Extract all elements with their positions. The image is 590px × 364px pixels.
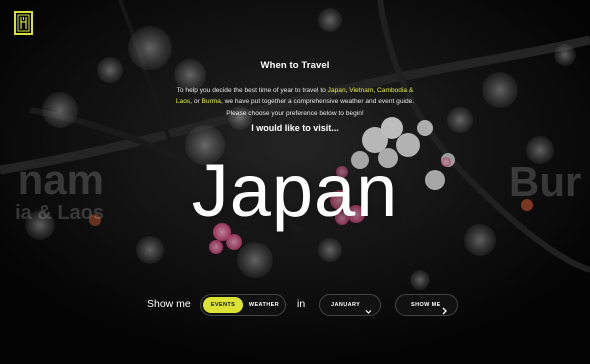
- preference-controls: Show me EVENTS WEATHER in JANUARY SHOW M…: [0, 294, 590, 318]
- in-label: in: [297, 298, 306, 310]
- show-me-label: Show me: [147, 298, 191, 310]
- link-vietnam[interactable]: Vietnam: [349, 87, 373, 94]
- show-me-button-label: SHOW ME: [411, 302, 441, 308]
- chevron-down-icon: [365, 302, 372, 320]
- intro-text-start: To help you decide the best time of year…: [176, 87, 328, 94]
- show-me-button[interactable]: SHOW ME: [395, 294, 458, 316]
- current-country-title[interactable]: Japan: [0, 151, 590, 231]
- link-japan[interactable]: Japan: [328, 87, 346, 94]
- intro-paragraph: To help you decide the best time of year…: [175, 85, 415, 119]
- events-weather-toggle: EVENTS WEATHER: [200, 294, 286, 316]
- toggle-weather[interactable]: WEATHER: [244, 297, 284, 313]
- intro-sep: , or: [190, 98, 202, 106]
- lantern-logo-icon[interactable]: [14, 11, 33, 35]
- month-select-value: JANUARY: [331, 302, 361, 308]
- intro-text-end: , we have put together a comprehensive w…: [220, 98, 415, 117]
- visit-label: I would like to visit...: [251, 123, 339, 133]
- link-burma[interactable]: Burma: [202, 98, 221, 105]
- page-title: When to Travel: [260, 60, 330, 71]
- month-select[interactable]: JANUARY: [319, 294, 381, 316]
- toggle-events[interactable]: EVENTS: [203, 297, 243, 313]
- chevron-right-icon: [441, 302, 448, 320]
- intro-block: When to Travel To help you decide the be…: [175, 60, 415, 119]
